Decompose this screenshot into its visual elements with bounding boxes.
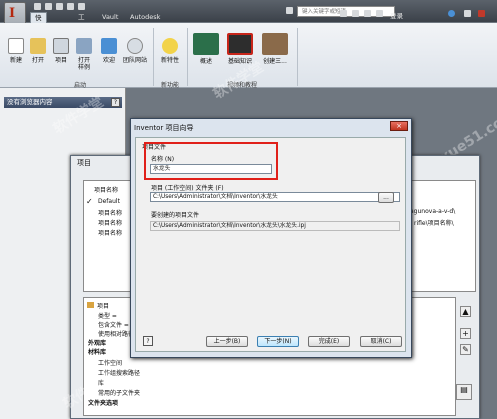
new-button[interactable]: 新建 bbox=[6, 38, 26, 64]
tree-item[interactable]: 材料库 bbox=[88, 347, 106, 356]
sample-icon bbox=[76, 38, 92, 54]
project-row[interactable]: 项目名称 bbox=[98, 208, 122, 217]
tree-root[interactable]: 项目 bbox=[87, 301, 109, 310]
redo-icon[interactable] bbox=[78, 3, 85, 10]
project-row[interactable]: Default bbox=[98, 198, 120, 205]
login-link[interactable]: 登录 bbox=[390, 10, 403, 20]
welcome-button[interactable]: 欢迎 bbox=[99, 38, 119, 64]
tools-icon[interactable] bbox=[352, 10, 359, 17]
project-icon bbox=[53, 38, 69, 54]
active-check-icon: ✓ bbox=[86, 197, 93, 206]
star-icon[interactable] bbox=[364, 10, 371, 17]
tab-autodesk360[interactable]: Autodesk 360 bbox=[126, 12, 164, 32]
binoculars-icon[interactable] bbox=[286, 7, 293, 14]
back-button[interactable]: 上一步(B) bbox=[206, 336, 248, 347]
tab-tools[interactable]: 工具 bbox=[74, 12, 89, 32]
tree-item[interactable]: 外观库 bbox=[88, 338, 106, 347]
wizard-title: Inventor 项目向导 bbox=[134, 124, 194, 132]
whats-new-button[interactable]: 新特性 bbox=[155, 38, 185, 64]
project-folder-input[interactable]: C:\Users\Administrator\文档\Inventor\水龙头 bbox=[150, 192, 400, 202]
lightbulb-icon bbox=[162, 38, 178, 54]
overview-button[interactable]: 概述 bbox=[190, 33, 222, 65]
person-icon[interactable] bbox=[376, 10, 383, 17]
open-button[interactable]: 打开 bbox=[28, 38, 48, 64]
project-path-fragment: rifle\项目名称\ bbox=[414, 220, 454, 227]
new-icon[interactable] bbox=[34, 3, 41, 10]
undo-icon[interactable] bbox=[67, 3, 74, 10]
tree-item[interactable]: 类型 = bbox=[98, 311, 117, 320]
browse-button[interactable]: ... bbox=[378, 192, 394, 203]
next-button[interactable]: 下一步(N) bbox=[257, 336, 299, 347]
app-logo: I bbox=[9, 6, 16, 21]
file-label: 要创建的项目文件 bbox=[151, 212, 200, 219]
project-row[interactable]: 项目名称 bbox=[98, 228, 122, 237]
highlight-box bbox=[144, 142, 278, 180]
minimize-icon[interactable] bbox=[464, 10, 471, 17]
team-web-button[interactable]: 团队网站 bbox=[120, 38, 150, 64]
tree-item[interactable]: 工作空间 bbox=[98, 358, 122, 367]
tree-item[interactable]: 文件夹选项 bbox=[88, 398, 118, 407]
video-basics-icon bbox=[227, 33, 253, 55]
video-create-icon bbox=[262, 33, 288, 55]
edit-icon[interactable]: ✎ bbox=[460, 344, 471, 355]
help-button[interactable]: ? bbox=[143, 336, 153, 346]
help-icon[interactable] bbox=[448, 10, 455, 17]
settings-icon[interactable]: ▤ bbox=[456, 384, 472, 400]
ribbon-separator bbox=[153, 28, 154, 86]
cancel-button[interactable]: 取消(C) bbox=[360, 336, 402, 347]
finish-button[interactable]: 完成(E) bbox=[308, 336, 350, 347]
close-button[interactable]: × bbox=[390, 121, 408, 131]
new-file-icon bbox=[8, 38, 24, 54]
folder-label: 项目 (工作空间) 文件夹 (F) bbox=[151, 185, 224, 192]
globe-icon bbox=[127, 38, 143, 54]
folder-icon bbox=[30, 38, 46, 54]
project-icon bbox=[87, 302, 94, 308]
column-header-name[interactable]: 项目名称 bbox=[94, 185, 118, 194]
project-row[interactable]: 项目名称 bbox=[98, 218, 122, 227]
tree-item[interactable]: 使用相对路径 bbox=[98, 329, 134, 338]
ribbon-separator bbox=[187, 28, 188, 86]
project-path-fragment: agunova-a-v-d\ bbox=[410, 208, 456, 215]
create-3d-button[interactable]: 创建三... bbox=[258, 33, 292, 65]
video-overview-icon bbox=[193, 33, 219, 55]
open-icon[interactable] bbox=[45, 3, 52, 10]
project-file-display: C:\Users\Administrator\文档\Inventor\水龙头\水… bbox=[150, 221, 400, 231]
scroll-up-icon[interactable]: ▲ bbox=[460, 306, 471, 317]
tab-getting-started[interactable]: 快速入门 bbox=[30, 12, 47, 55]
tab-vault[interactable]: Vault bbox=[98, 12, 122, 23]
open-samples-button[interactable]: 打开 样例 bbox=[73, 38, 95, 71]
browser-help-button[interactable]: ? bbox=[111, 98, 120, 107]
close-app-icon[interactable] bbox=[478, 10, 485, 17]
key-icon[interactable] bbox=[340, 10, 347, 17]
add-icon[interactable]: + bbox=[460, 328, 471, 339]
projects-button[interactable]: 项目 bbox=[51, 38, 71, 64]
welcome-icon bbox=[101, 38, 117, 54]
tree-item[interactable]: 包含文件 = bbox=[98, 320, 129, 329]
projects-dialog-title: 项目 bbox=[77, 159, 91, 167]
ribbon-separator bbox=[297, 28, 298, 86]
group-label-new-features: 新功能 bbox=[160, 82, 179, 89]
save-icon[interactable] bbox=[56, 3, 63, 10]
